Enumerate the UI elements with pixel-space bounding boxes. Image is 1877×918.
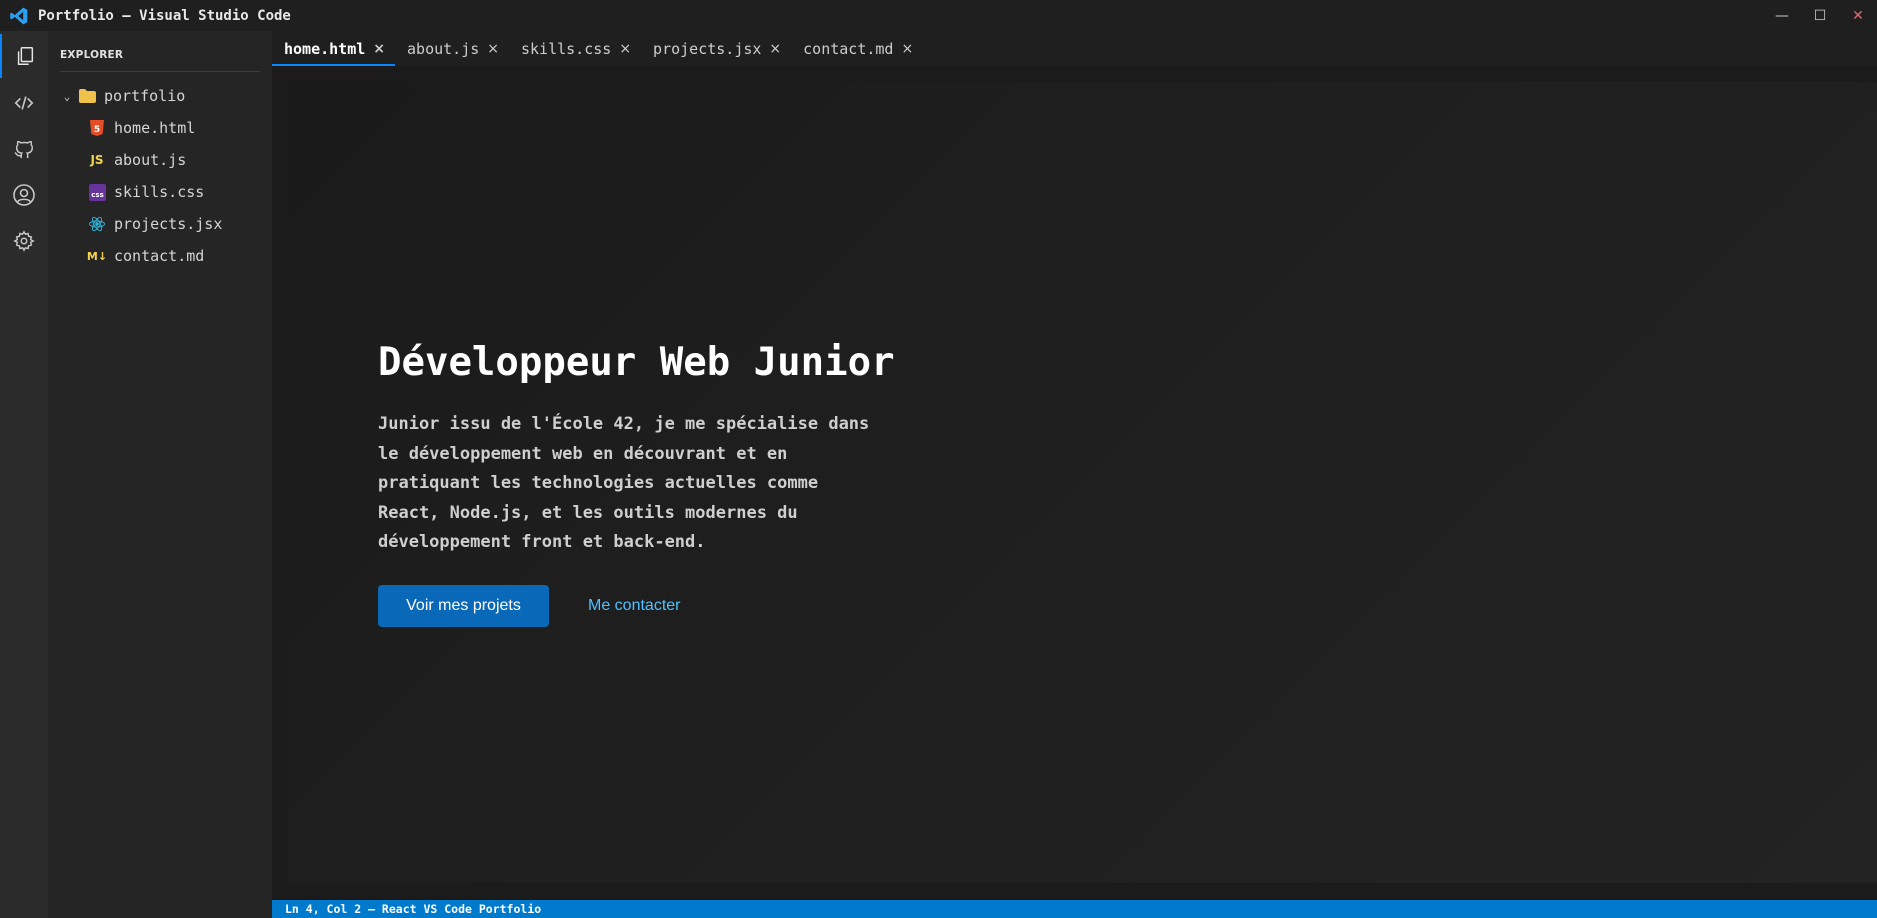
code-icon (14, 96, 34, 110)
close-button[interactable]: ✕ (1839, 0, 1877, 31)
explorer-divider (60, 71, 260, 72)
tree-file-about-js[interactable]: JS about.js (88, 148, 186, 172)
status-bar: Ln 4, Col 2 — React VS Code Portfolio (272, 900, 1877, 918)
close-tab-icon[interactable]: × (487, 41, 499, 57)
activity-code[interactable] (0, 81, 48, 125)
close-tab-icon[interactable]: × (373, 41, 385, 57)
minimize-button[interactable]: — (1763, 0, 1801, 31)
contact-link[interactable]: Me contacter (588, 585, 680, 627)
hero-description: Junior issu de l'École 42, je me spécial… (378, 410, 918, 558)
tab-label: skills.css (521, 39, 612, 58)
activity-bar (0, 31, 48, 918)
css-badge: css (91, 191, 103, 199)
tab-label: projects.jsx (653, 39, 762, 58)
chevron-down-icon: ⌄ (63, 89, 71, 103)
tab-label: home.html (284, 39, 366, 58)
account-icon (13, 184, 35, 206)
folder-icon (78, 87, 96, 105)
tree-folder-label: portfolio (104, 87, 186, 105)
activity-settings[interactable] (0, 219, 48, 263)
tree-file-home-html[interactable]: 5 home.html (88, 116, 195, 140)
vscode-logo-icon (8, 5, 30, 27)
hero-description-line: le développement web en découvrant et en (378, 443, 788, 464)
css-icon: css (88, 183, 106, 201)
window-controls: — ☐ ✕ (1763, 0, 1877, 31)
hero-description-line: développement front et back-end. (378, 532, 706, 552)
editor-tabs: home.html × about.js × skills.css × proj… (272, 31, 1877, 66)
tab-label: about.js (407, 39, 480, 58)
tab-skills-css[interactable]: skills.css × (509, 31, 641, 66)
hero-description-line: Junior issu de l'École 42, je me spécial… (378, 414, 870, 434)
tree-file-contact-md[interactable]: M↓ contact.md (86, 244, 205, 268)
tree-file-skills-css[interactable]: css skills.css (88, 180, 204, 204)
react-icon (88, 215, 106, 233)
explorer-sidebar: EXPLORER ⌄ portfolio 5 home.html JS abou… (48, 31, 272, 918)
html5-icon: 5 (88, 119, 106, 137)
tree-file-label: projects.jsx (114, 215, 223, 233)
files-icon (17, 47, 34, 65)
minimize-icon: — (1775, 7, 1789, 24)
tab-label: contact.md (803, 39, 894, 58)
tree-file-projects-jsx[interactable]: projects.jsx (88, 212, 222, 236)
tab-contact-md[interactable]: contact.md × (791, 31, 923, 66)
tab-projects-jsx[interactable]: projects.jsx × (641, 31, 791, 66)
maximize-icon: ☐ (1813, 7, 1827, 24)
tree-folder-portfolio[interactable]: ⌄ portfolio (60, 84, 186, 108)
tree-file-label: skills.css (114, 183, 205, 201)
hero-description-line: React, Node.js, et les outils modernes d… (378, 502, 798, 523)
close-icon: ✕ (1852, 7, 1864, 24)
explorer-header: EXPLORER (60, 49, 124, 61)
close-tab-icon[interactable]: × (901, 41, 913, 57)
activity-explorer[interactable] (0, 34, 48, 78)
javascript-icon: JS (90, 153, 104, 167)
close-tab-icon[interactable]: × (769, 41, 781, 57)
tree-file-label: home.html (114, 119, 196, 137)
html5-badge: 5 (94, 125, 100, 135)
tree-file-label: about.js (114, 151, 187, 169)
tab-home-html[interactable]: home.html × (272, 31, 396, 66)
tab-about-js[interactable]: about.js × (395, 31, 509, 66)
github-icon (14, 140, 33, 159)
activity-github[interactable] (0, 127, 48, 171)
tree-file-label: contact.md (114, 247, 205, 265)
hero-description-line: pratiquant les technologies actuelles co… (378, 473, 819, 493)
title-bar: Portfolio – Visual Studio Code — ☐ ✕ (0, 0, 1877, 31)
status-text: Ln 4, Col 2 — React VS Code Portfolio (285, 902, 542, 916)
view-projects-button[interactable]: Voir mes projets (378, 585, 549, 627)
settings-gear-icon (13, 230, 35, 252)
window-title: Portfolio – Visual Studio Code (38, 7, 291, 24)
hero-title: Développeur Web Junior (378, 340, 895, 385)
activity-account[interactable] (0, 173, 48, 217)
close-tab-icon[interactable]: × (619, 41, 631, 57)
markdown-icon: M↓ (86, 249, 108, 263)
maximize-button[interactable]: ☐ (1801, 0, 1839, 31)
